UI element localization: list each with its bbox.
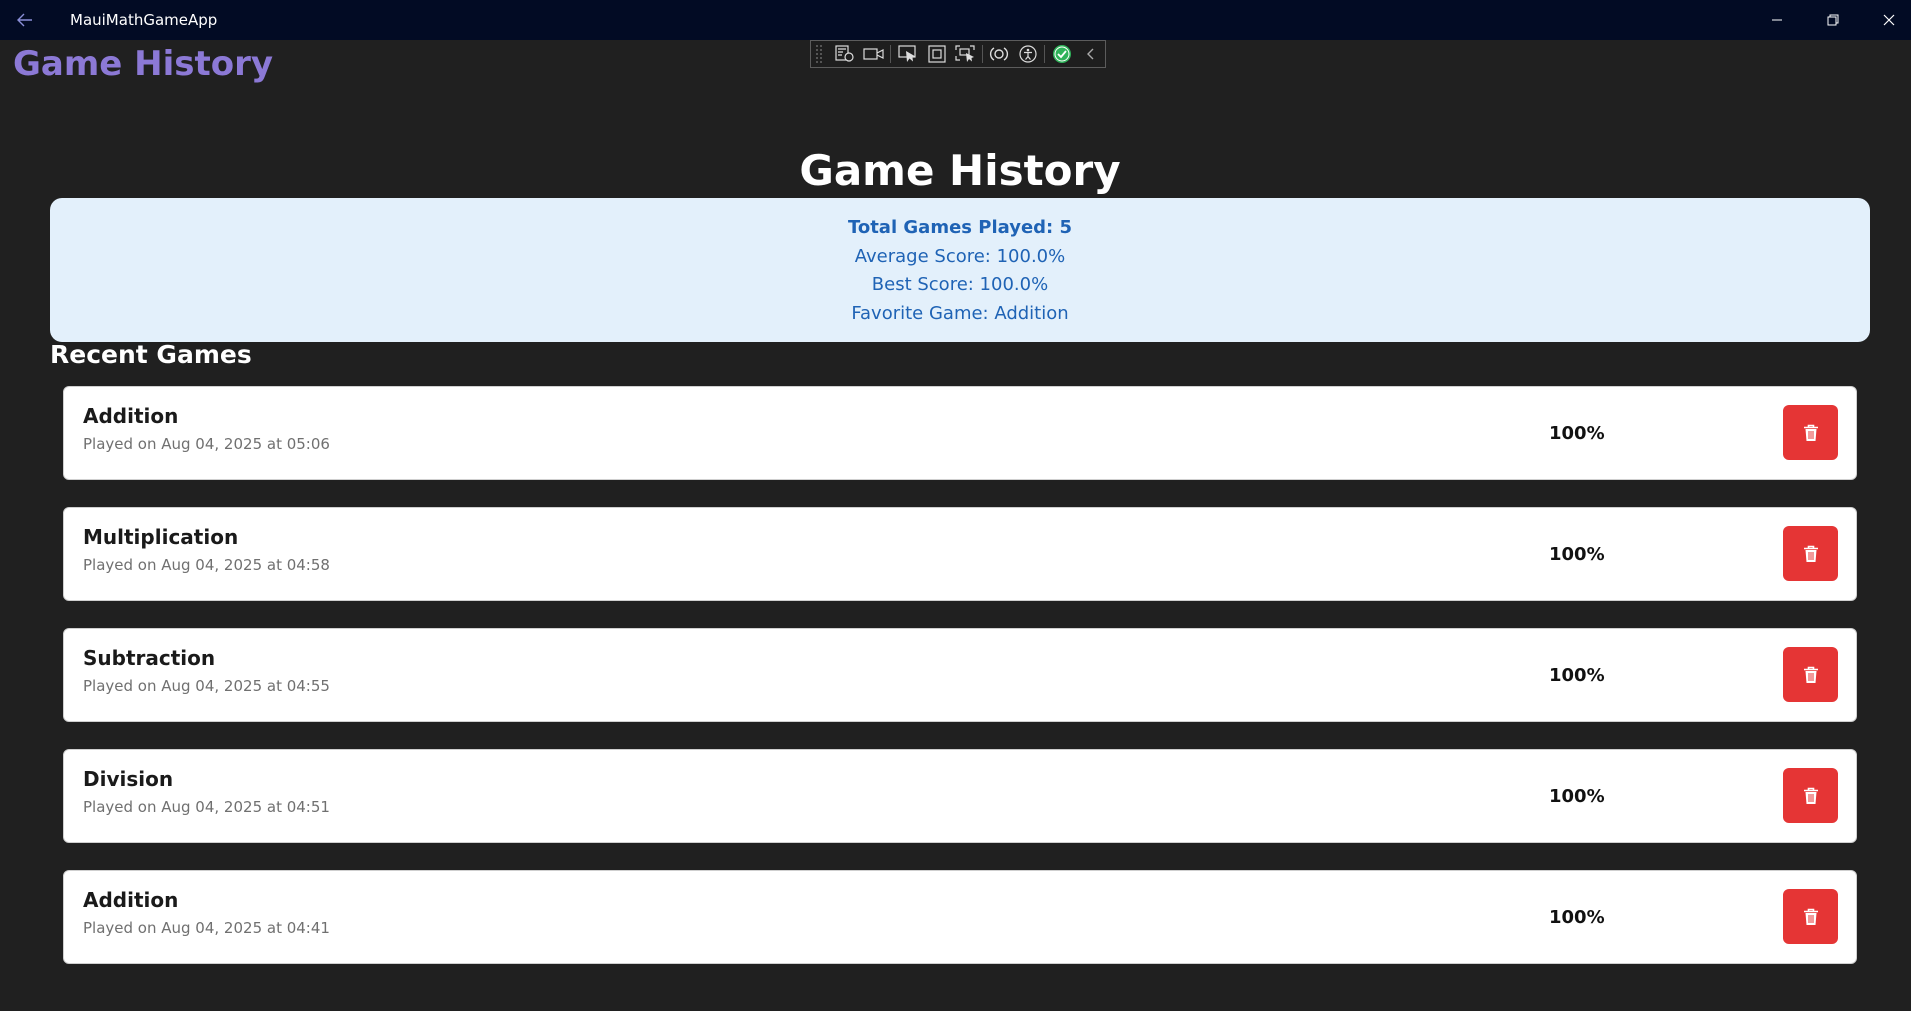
- arrow-left-icon: [17, 13, 32, 27]
- trash-icon: [1803, 666, 1818, 683]
- record-button[interactable]: [860, 42, 889, 66]
- game-name: Subtraction: [83, 646, 216, 670]
- close-button[interactable]: [1861, 0, 1911, 40]
- delete-game-button[interactable]: [1783, 889, 1838, 944]
- trash-icon: [1803, 424, 1818, 441]
- delete-game-button[interactable]: [1783, 768, 1838, 823]
- live-visual-tree-icon: [835, 45, 854, 62]
- game-name: Division: [83, 767, 174, 791]
- total-games-stat: Total Games Played: 5: [847, 217, 1073, 238]
- list-item: Subtraction Played on Aug 04, 2025 at 04…: [63, 628, 1857, 722]
- delete-game-button[interactable]: [1783, 647, 1838, 702]
- delete-game-button[interactable]: [1783, 526, 1838, 581]
- toolbar-separator: [890, 45, 892, 63]
- restore-button[interactable]: [1805, 0, 1861, 40]
- collapse-toolbar-button[interactable]: [1076, 42, 1105, 66]
- hot-reload-icon: [990, 47, 1009, 61]
- display-layout-adorners-icon: [927, 45, 946, 63]
- recent-games-heading: Recent Games: [50, 340, 252, 369]
- close-icon: [1883, 14, 1895, 26]
- select-element-button[interactable]: [893, 42, 922, 66]
- collapse-icon: [1086, 48, 1094, 60]
- select-element-icon: [898, 45, 916, 62]
- game-score: 100%: [1549, 544, 1605, 565]
- game-date: Played on Aug 04, 2025 at 04:55: [83, 677, 330, 695]
- binding-check-button[interactable]: [1047, 42, 1076, 66]
- game-score: 100%: [1549, 423, 1605, 444]
- toolbar-separator: [1044, 45, 1046, 63]
- game-score: 100%: [1549, 786, 1605, 807]
- list-item: Multiplication Played on Aug 04, 2025 at…: [63, 507, 1857, 601]
- game-name: Addition: [83, 404, 179, 428]
- accessibility-icon: [1019, 45, 1037, 63]
- trash-icon: [1803, 908, 1818, 925]
- title-bar: MauiMathGameApp: [0, 0, 1911, 40]
- game-score: 100%: [1549, 907, 1605, 928]
- game-score: 100%: [1549, 665, 1605, 686]
- minimize-icon: [1772, 19, 1782, 21]
- game-date: Played on Aug 04, 2025 at 04:51: [83, 798, 330, 816]
- game-date: Played on Aug 04, 2025 at 05:06: [83, 435, 330, 453]
- stats-summary-card: Total Games Played: 5 Average Score: 100…: [50, 198, 1870, 342]
- game-date: Played on Aug 04, 2025 at 04:58: [83, 556, 330, 574]
- record-icon: [863, 48, 884, 60]
- trash-icon: [1803, 545, 1818, 562]
- restore-icon: [1827, 14, 1839, 26]
- app-title: MauiMathGameApp: [70, 11, 218, 29]
- trash-icon: [1803, 787, 1818, 804]
- track-focused-element-button[interactable]: [951, 42, 980, 66]
- live-visual-tree-button[interactable]: [831, 42, 860, 66]
- list-item: Division Played on Aug 04, 2025 at 04:51…: [63, 749, 1857, 843]
- best-score-stat: Best Score: 100.0%: [871, 274, 1049, 295]
- recent-games-list: Addition Played on Aug 04, 2025 at 05:06…: [63, 386, 1857, 991]
- game-name: Multiplication: [83, 525, 239, 549]
- nav-page-title: Game History: [13, 44, 274, 84]
- average-score-stat: Average Score: 100.0%: [854, 245, 1066, 267]
- back-button[interactable]: [10, 6, 40, 34]
- minimize-button[interactable]: [1749, 0, 1805, 40]
- main-heading: Game History: [799, 146, 1121, 195]
- game-date: Played on Aug 04, 2025 at 04:41: [83, 919, 330, 937]
- list-item: Addition Played on Aug 04, 2025 at 04:41…: [63, 870, 1857, 964]
- list-item: Addition Played on Aug 04, 2025 at 05:06…: [63, 386, 1857, 480]
- track-focused-element-icon: [955, 45, 975, 62]
- hot-reload-button[interactable]: [985, 42, 1014, 66]
- favorite-game-stat: Favorite Game: Addition: [851, 302, 1069, 324]
- toolbar-separator: [981, 45, 983, 63]
- xaml-debug-toolbar: [810, 40, 1106, 68]
- display-layout-adorners-button[interactable]: [922, 42, 951, 66]
- toolbar-grip[interactable]: [815, 44, 823, 64]
- delete-game-button[interactable]: [1783, 405, 1838, 460]
- binding-check-icon: [1052, 45, 1071, 63]
- game-name: Addition: [83, 888, 179, 912]
- accessibility-button[interactable]: [1014, 42, 1043, 66]
